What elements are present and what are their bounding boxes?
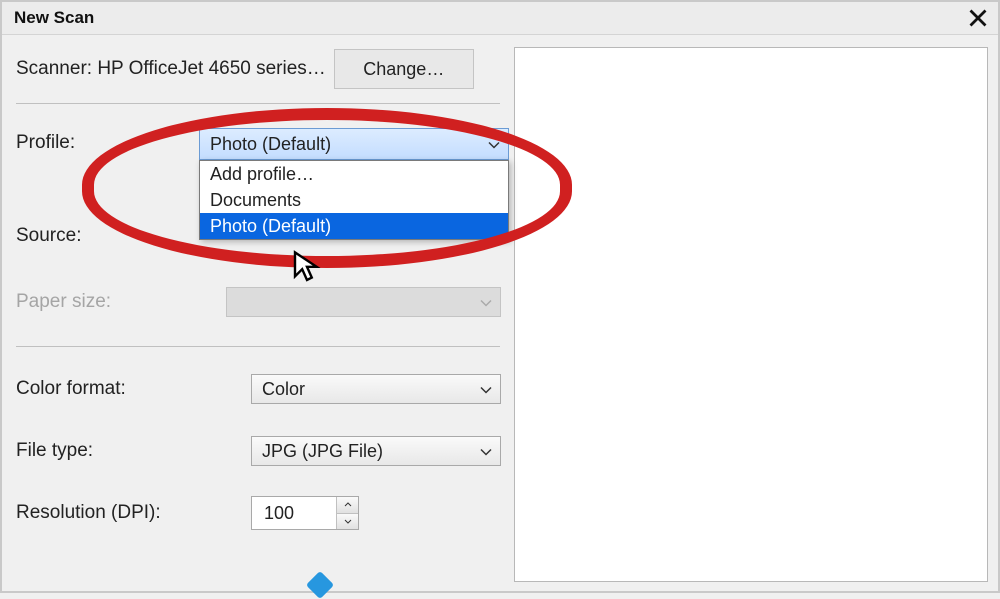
paper-size-label: Paper size: <box>16 291 186 313</box>
chevron-down-icon <box>480 379 492 400</box>
settings-panel: Scanner: HP OfficeJet 4650 series… Chang… <box>2 35 512 591</box>
profile-row: Profile: Photo (Default) Add profile… Do… <box>16 128 500 164</box>
spin-down-button[interactable] <box>337 514 358 530</box>
window-title: New Scan <box>14 8 94 28</box>
profile-label: Profile: <box>16 132 186 154</box>
color-format-value: Color <box>262 379 305 400</box>
file-type-label: File type: <box>16 440 231 462</box>
chevron-up-icon <box>344 502 352 507</box>
file-type-row: File type: JPG (JPG File) <box>16 433 500 469</box>
scanner-label: Scanner: HP OfficeJet 4650 series… <box>16 58 326 80</box>
chevron-down-icon <box>480 292 492 313</box>
source-label: Source: <box>16 225 186 247</box>
scanner-row: Scanner: HP OfficeJet 4650 series… Chang… <box>16 49 500 89</box>
file-type-value: JPG (JPG File) <box>262 441 383 462</box>
profile-selected: Photo (Default) <box>210 134 331 155</box>
new-scan-dialog: New Scan Scanner: HP OfficeJet 4650 seri… <box>0 0 1000 593</box>
file-type-combobox[interactable]: JPG (JPG File) <box>251 436 501 466</box>
title-bar: New Scan <box>2 2 998 34</box>
profile-option-add-profile[interactable]: Add profile… <box>200 161 508 187</box>
paper-size-combobox <box>226 287 501 317</box>
profile-option-documents[interactable]: Documents <box>200 187 508 213</box>
resolution-spinner[interactable]: 100 <box>251 496 359 530</box>
spinner-buttons <box>336 497 358 529</box>
resolution-row: Resolution (DPI): 100 <box>16 495 500 531</box>
spin-up-button[interactable] <box>337 497 358 514</box>
color-format-row: Color format: Color <box>16 371 500 407</box>
paper-size-row: Paper size: <box>16 284 500 320</box>
profile-dropdown: Add profile… Documents Photo (Default) <box>199 160 509 240</box>
resolution-label: Resolution (DPI): <box>16 502 231 524</box>
slider-thumb[interactable] <box>306 571 334 599</box>
chevron-down-icon <box>480 441 492 462</box>
resolution-value: 100 <box>252 503 336 524</box>
close-button[interactable] <box>958 2 998 34</box>
close-icon <box>968 8 988 28</box>
preview-panel <box>514 47 988 582</box>
separator-1 <box>16 103 500 104</box>
chevron-down-icon <box>344 519 352 524</box>
change-scanner-button[interactable]: Change… <box>334 49 474 89</box>
color-format-label: Color format: <box>16 378 231 400</box>
color-format-combobox[interactable]: Color <box>251 374 501 404</box>
profile-combobox[interactable]: Photo (Default) <box>199 128 509 160</box>
chevron-down-icon <box>488 134 500 155</box>
profile-option-photo-default[interactable]: Photo (Default) <box>200 213 508 239</box>
separator-2 <box>16 346 500 347</box>
